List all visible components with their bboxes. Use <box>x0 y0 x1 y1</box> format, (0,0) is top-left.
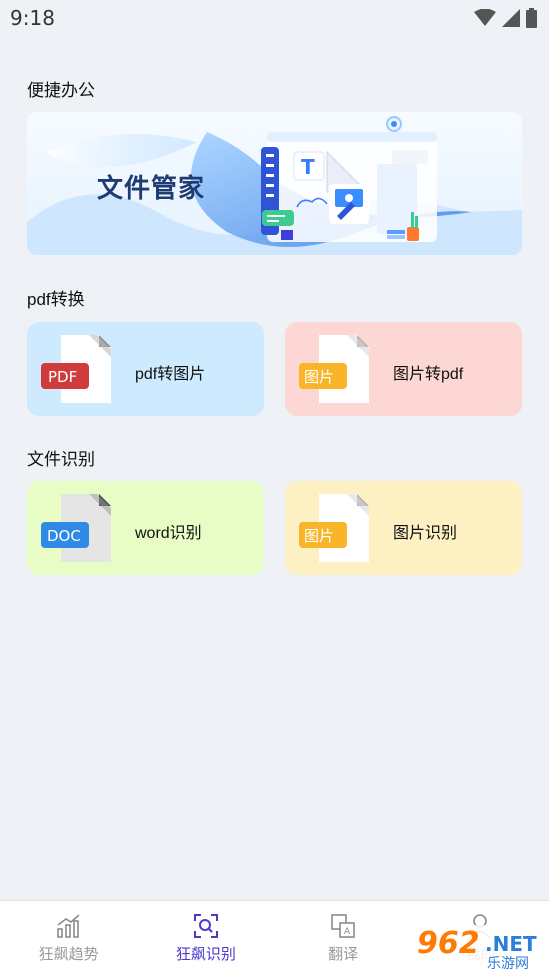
status-bar: 9:18 <box>0 0 549 36</box>
watermark-number: 962 <box>417 926 480 961</box>
nav-item-trend[interactable]: 狂飙趋势 <box>0 901 137 976</box>
trend-chart-icon <box>56 914 80 938</box>
banner-title: 文件管家 <box>97 173 206 203</box>
translate-icon: A <box>331 914 355 938</box>
image-badge-text: 图片 <box>304 368 334 386</box>
card-label-word-recognition: word识别 <box>135 525 202 542</box>
card-label-image-recognition: 图片识别 <box>393 525 458 542</box>
card-pdf-to-image[interactable]: PDF pdf转图片 <box>27 322 264 416</box>
nav-label-recognition: 狂飙识别 <box>175 946 236 963</box>
card-label-pdf-to-image: pdf转图片 <box>135 366 206 383</box>
watermark-logo: 962 .NET 乐游网 <box>415 925 545 972</box>
battery-icon <box>526 8 537 28</box>
banner-file-manager[interactable]: T 文件管家 <box>27 112 522 255</box>
status-icons <box>474 8 537 28</box>
nav-label-trend: 狂飙趋势 <box>38 946 99 963</box>
signal-icon <box>502 9 520 27</box>
section-title-pdf-convert: pdf转换 <box>27 290 85 309</box>
wifi-icon <box>474 9 496 26</box>
card-image-to-pdf[interactable]: 图片 图片转pdf <box>285 322 522 416</box>
doc-file-icon: DOC <box>41 494 111 562</box>
section-title-file-recognition: 文件识别 <box>27 450 95 469</box>
section-title-quick-office: 便捷办公 <box>27 81 95 100</box>
status-time: 9:18 <box>10 6 55 30</box>
image-badge-text: 图片 <box>304 527 334 545</box>
nav-item-translate[interactable]: A 翻译 <box>275 901 412 976</box>
card-label-image-to-pdf: 图片转pdf <box>393 366 464 383</box>
watermark-suffix: .NET <box>485 932 537 956</box>
nav-label-translate: 翻译 <box>328 946 359 963</box>
nav-item-recognition[interactable]: 狂飙识别 <box>137 901 274 976</box>
doc-badge-text: DOC <box>47 527 81 545</box>
card-image-recognition[interactable]: 图片 图片识别 <box>285 481 522 575</box>
pdf-file-icon: PDF <box>41 335 111 403</box>
scan-search-icon <box>193 914 218 938</box>
image-file-icon: 图片 <box>299 335 369 403</box>
image-file-icon: 图片 <box>299 494 369 562</box>
card-word-recognition[interactable]: DOC word识别 <box>27 481 264 575</box>
watermark-sub: 乐游网 <box>487 956 529 971</box>
pdf-badge-text: PDF <box>48 368 77 386</box>
svg-text:A: A <box>344 927 351 937</box>
banner-t-letter: T <box>301 155 315 179</box>
